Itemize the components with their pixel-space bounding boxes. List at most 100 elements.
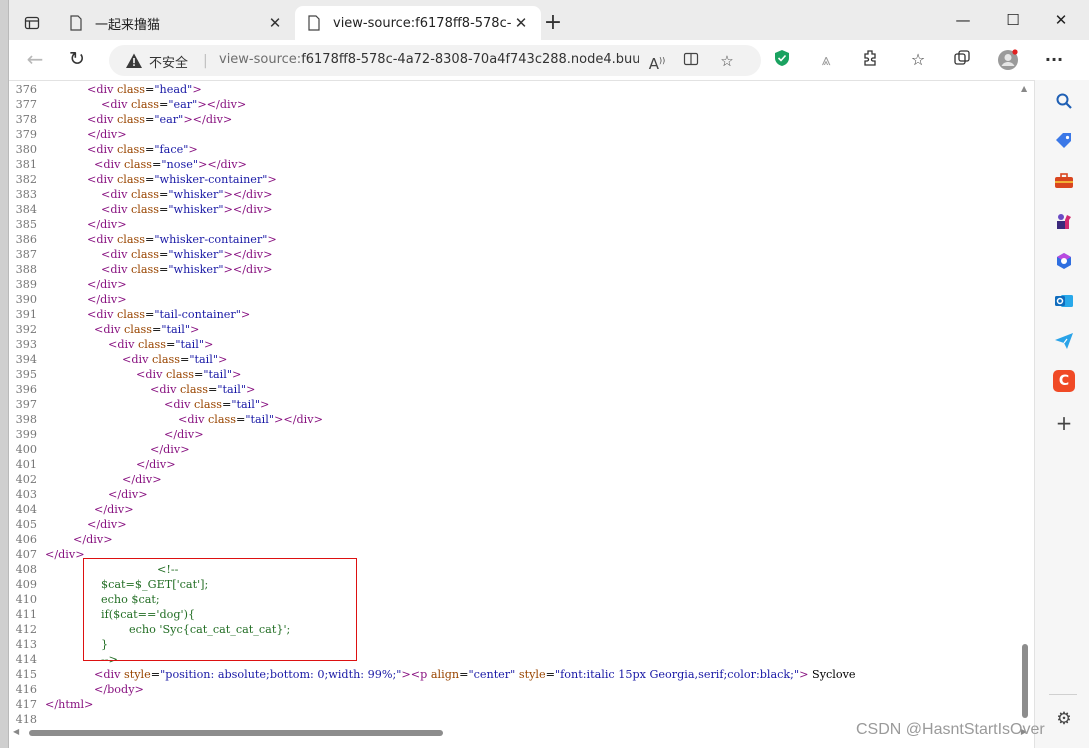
source-line: 405 </div> — [9, 517, 856, 532]
line-code: <div class="tail"> — [150, 383, 256, 396]
line-code: </div> — [164, 428, 204, 441]
source-line: 376 <div class="head"> — [9, 82, 856, 97]
line-number: 411 — [15, 608, 37, 621]
source-line: 380 <div class="face"> — [9, 142, 856, 157]
scroll-thumb[interactable] — [1022, 644, 1028, 718]
favorites-icon[interactable]: ☆ — [907, 49, 929, 71]
line-code: <div class="whisker"></div> — [101, 203, 273, 216]
source-line: 384 <div class="whisker"></div> — [9, 202, 856, 217]
line-code: <div class="ear"></div> — [101, 98, 247, 111]
line-number: 412 — [15, 623, 37, 636]
search-icon[interactable] — [1053, 90, 1075, 112]
line-number: 391 — [15, 308, 37, 321]
line-code: <div class="head"> — [87, 83, 202, 96]
close-window-icon[interactable]: ✕ — [1037, 8, 1085, 32]
line-number: 405 — [15, 518, 37, 531]
line-code: $cat=$_GET['cat']; — [101, 578, 209, 591]
source-line: 386 <div class="whisker-container"> — [9, 232, 856, 247]
source-line: 391 <div class="tail-container"> — [9, 307, 856, 322]
source-line: 393 <div class="tail"> — [9, 337, 856, 352]
line-number: 402 — [15, 473, 37, 486]
outlook-icon[interactable] — [1053, 290, 1075, 312]
source-line: 383 <div class="whisker"></div> — [9, 187, 856, 202]
split-screen-icon[interactable] — [681, 51, 701, 71]
new-tab-icon[interactable]: + — [541, 12, 565, 36]
line-code: </div> — [87, 128, 127, 141]
scroll-up-icon[interactable]: ▲ — [1021, 84, 1027, 93]
line-number: 383 — [15, 188, 37, 201]
add-favorite-icon[interactable]: ☆ — [717, 51, 737, 71]
address-separator: | — [203, 53, 208, 69]
line-number: 403 — [15, 488, 37, 501]
maximize-icon[interactable]: ☐ — [989, 8, 1037, 32]
add-icon[interactable]: + — [1053, 411, 1075, 435]
collections-icon[interactable] — [951, 49, 973, 71]
extension-a-icon[interactable]: ⩓ — [815, 49, 837, 71]
line-number: 393 — [15, 338, 37, 351]
line-number: 408 — [15, 563, 37, 576]
source-line: 402 </div> — [9, 472, 856, 487]
tab-actions-icon[interactable] — [19, 10, 45, 36]
line-number: 384 — [15, 203, 37, 216]
minimize-icon[interactable]: — — [939, 8, 987, 32]
line-code: <div class="whisker"></div> — [101, 188, 273, 201]
c-app-icon[interactable]: C — [1053, 370, 1075, 392]
source-line: 381 <div class="nose"></div> — [9, 157, 856, 172]
line-number: 417 — [15, 698, 37, 711]
security-label[interactable]: 不安全 — [149, 52, 188, 71]
tab-cat-page[interactable]: 一起来撸猫 ✕ — [57, 6, 295, 40]
chess-icon[interactable] — [1053, 210, 1075, 232]
profile-avatar-icon[interactable] — [997, 49, 1019, 71]
line-number: 382 — [15, 173, 37, 186]
line-number: 394 — [15, 353, 37, 366]
read-aloud-icon[interactable]: A)) — [647, 51, 667, 73]
extensions-icon[interactable] — [859, 49, 881, 71]
tab-view-source[interactable]: view-source:f6178ff8-578c-4a72- ✕ — [295, 6, 541, 40]
page-icon — [307, 15, 323, 31]
line-code: <div class="tail"> — [122, 353, 228, 366]
source-line: 417 </html> — [9, 697, 856, 712]
scroll-left-icon[interactable]: ◀ — [13, 727, 19, 736]
line-number: 388 — [15, 263, 37, 276]
reload-icon[interactable]: ↻ — [65, 48, 89, 72]
source-line: 397 <div class="tail"> — [9, 397, 856, 412]
line-number: 397 — [15, 398, 37, 411]
source-line: 408 <!-- — [9, 562, 856, 577]
source-line: 399 </div> — [9, 427, 856, 442]
vertical-scrollbar[interactable]: ▲ ▼ — [1019, 81, 1031, 738]
more-menu-icon[interactable]: ··· — [1043, 49, 1065, 71]
line-number: 414 — [15, 653, 37, 666]
hscroll-thumb[interactable] — [29, 730, 443, 736]
warning-icon[interactable] — [125, 52, 143, 70]
source-line: 403 </div> — [9, 487, 856, 502]
line-code: </div> — [87, 293, 127, 306]
source-line: 379 </div> — [9, 127, 856, 142]
settings-icon[interactable]: ⚙ — [1053, 708, 1075, 730]
tag-icon[interactable] — [1053, 130, 1075, 152]
source-line: 418 — [9, 712, 856, 727]
url-prefix: view-source: — [219, 52, 302, 67]
line-code: </div> — [122, 473, 162, 486]
browser-window: 一起来撸猫 ✕ view-source:f6178ff8-578c-4a72- … — [8, 0, 1089, 748]
toolbox-icon[interactable] — [1053, 170, 1075, 192]
line-number: 413 — [15, 638, 37, 651]
line-number: 407 — [15, 548, 37, 561]
shield-icon[interactable] — [771, 49, 793, 71]
url-text[interactable]: view-source:f6178ff8-578c-4a72-8308-70a4… — [219, 52, 639, 67]
send-icon[interactable] — [1053, 330, 1075, 352]
close-tab-icon[interactable]: ✕ — [511, 14, 531, 32]
source-line: 409 $cat=$_GET['cat']; — [9, 577, 856, 592]
line-code: </div> — [150, 443, 190, 456]
source-line: 388 <div class="whisker"></div> — [9, 262, 856, 277]
address-bar[interactable]: 不安全 | view-source:f6178ff8-578c-4a72-830… — [109, 45, 761, 76]
line-number: 409 — [15, 578, 37, 591]
source-line: 410 echo $cat; — [9, 592, 856, 607]
line-number: 389 — [15, 278, 37, 291]
source-line: 395 <div class="tail"> — [9, 367, 856, 382]
back-icon[interactable]: ← — [23, 48, 47, 72]
line-code: <div class="whisker"></div> — [101, 248, 273, 261]
source-line: 392 <div class="tail"> — [9, 322, 856, 337]
close-tab-icon[interactable]: ✕ — [265, 14, 285, 32]
microsoft365-icon[interactable] — [1053, 250, 1075, 272]
line-code: <div class="tail"> — [164, 398, 270, 411]
